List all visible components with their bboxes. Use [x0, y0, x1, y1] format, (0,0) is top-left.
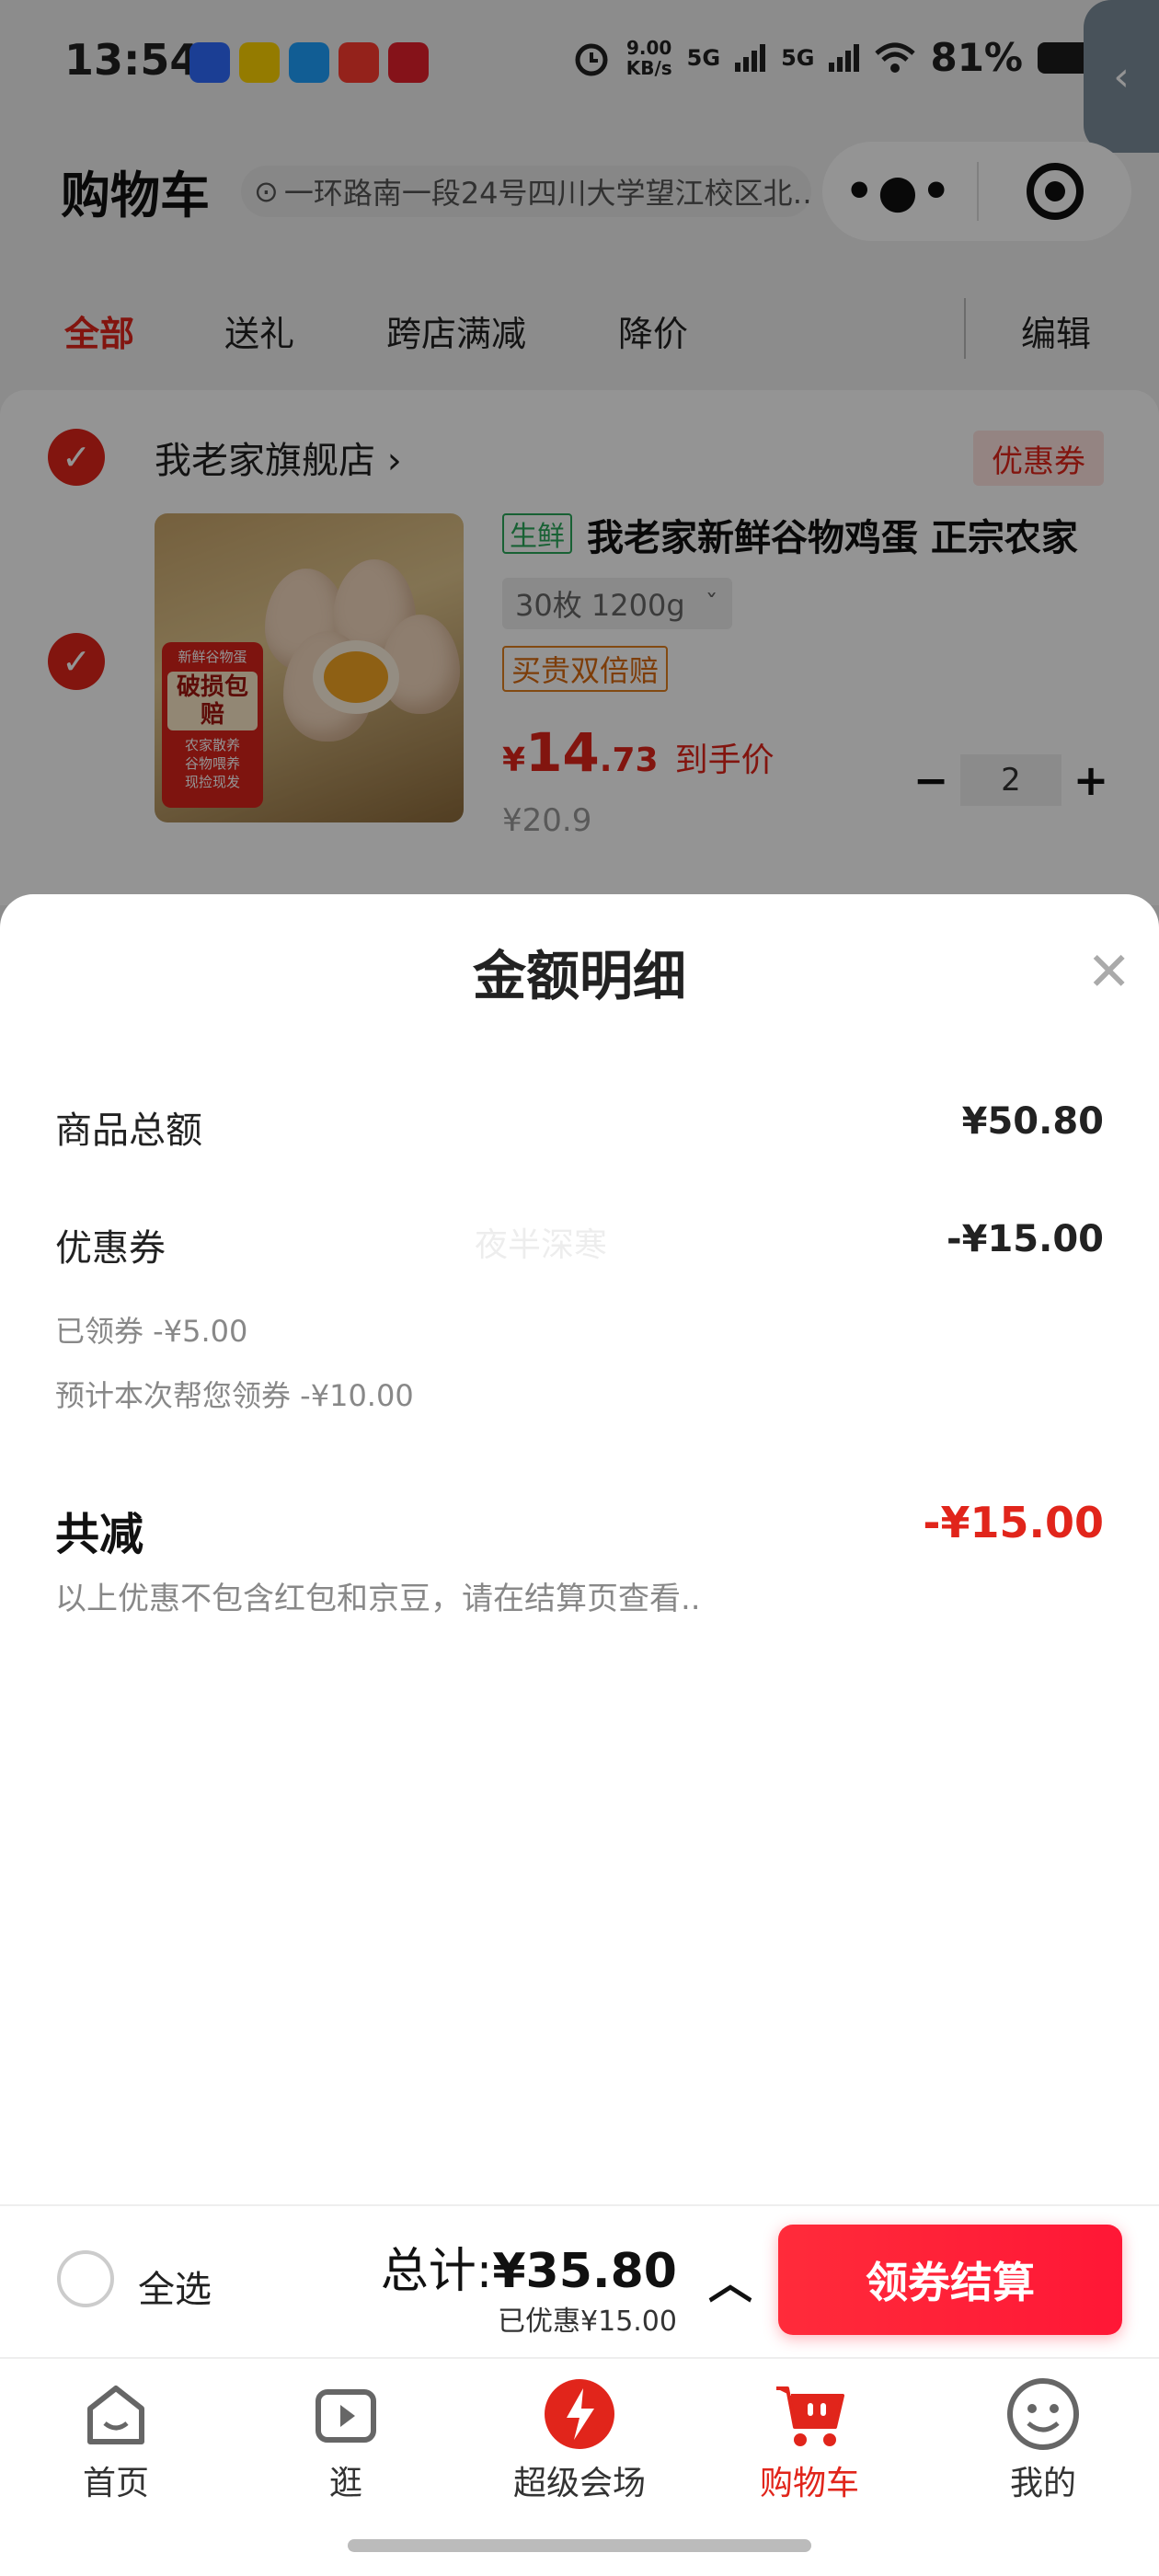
cart-icon [771, 2375, 848, 2453]
goods-total-label: 商品总额 [55, 1110, 202, 1152]
watermark-text: 夜半深寒 [475, 1226, 608, 1264]
checkout-bar: 全选 总计:¥35.80 已优惠¥15.00 ︿ 领券结算 [0, 2204, 1159, 2357]
coupon-label: 优惠券 [55, 1227, 166, 1270]
coupon-estimated: 预计本次帮您领券 -¥10.00 [55, 1378, 414, 1413]
sheet-title: 金额明细 [472, 945, 686, 1007]
saved-amount: 已优惠¥15.00 [498, 2306, 677, 2338]
total-amount: ¥35.80 [492, 2244, 677, 2299]
tab-cart-label: 购物车 [759, 2465, 859, 2502]
video-icon [307, 2375, 384, 2453]
total-discount-label: 共减 [55, 1509, 144, 1560]
tab-super-venue[interactable]: 超级会场 [488, 2375, 671, 2504]
profile-icon [1004, 2375, 1082, 2453]
tab-profile[interactable]: 我的 [951, 2375, 1135, 2504]
tab-super-venue-label: 超级会场 [512, 2465, 646, 2502]
close-icon[interactable]: ✕ [1086, 940, 1131, 1003]
tab-browse[interactable]: 逛 [254, 2375, 438, 2504]
discount-note: 以上优惠不包含红包和京豆，请在结算页查看.. [55, 1581, 701, 1617]
tab-home[interactable]: 首页 [24, 2375, 208, 2504]
select-all-checkbox[interactable] [57, 2250, 114, 2307]
total-line: 总计:¥35.80 [381, 2232, 677, 2301]
tab-browse-label: 逛 [328, 2465, 362, 2502]
home-indicator [348, 2539, 811, 2552]
goods-total-value: ¥50.80 [961, 1100, 1104, 1143]
tab-profile-label: 我的 [1009, 2465, 1076, 2502]
total-prefix: 总计: [380, 2244, 493, 2299]
super-venue-icon [541, 2375, 618, 2453]
coupon-claimed: 已领券 -¥5.00 [55, 1314, 248, 1349]
select-all-label[interactable]: 全选 [138, 2260, 212, 2313]
chevron-up-icon[interactable]: ︿ [708, 2247, 752, 2311]
tab-cart[interactable]: 购物车 [717, 2375, 901, 2504]
home-icon [77, 2375, 155, 2453]
checkout-button[interactable]: 领券结算 [778, 2225, 1122, 2335]
coupon-value: -¥15.00 [947, 1218, 1104, 1260]
total-discount-value: -¥15.00 [923, 1498, 1104, 1547]
tab-home-label: 首页 [82, 2465, 149, 2502]
